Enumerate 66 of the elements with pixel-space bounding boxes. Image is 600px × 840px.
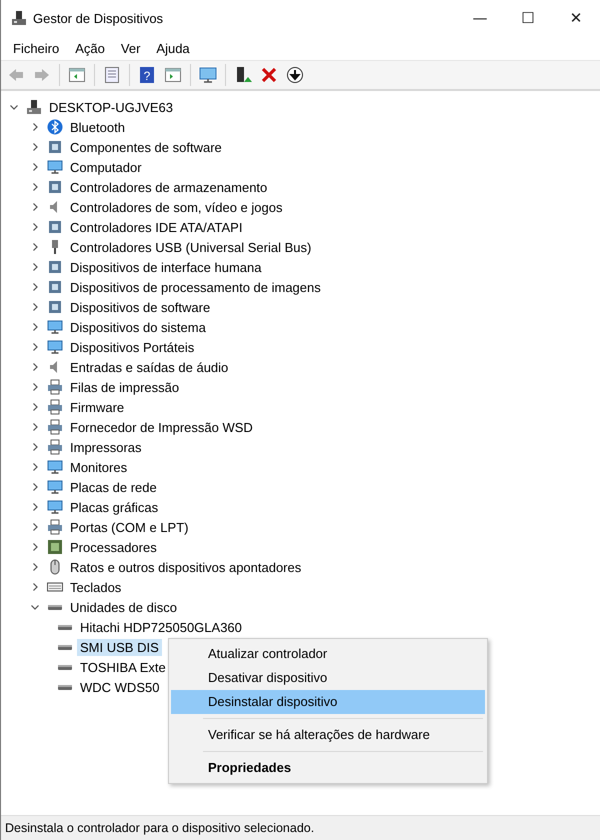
monitor-icon xyxy=(47,319,63,335)
tree-item[interactable]: Firmware xyxy=(67,398,128,416)
tree-item[interactable]: Teclados xyxy=(67,578,124,596)
context-menu-item[interactable]: Desinstalar dispositivo xyxy=(171,690,485,714)
monitor-icon xyxy=(47,339,63,355)
tree-item[interactable]: Dispositivos de software xyxy=(67,298,214,316)
tree-item[interactable]: Placas gráficas xyxy=(67,498,162,516)
context-menu-item[interactable]: Atualizar controlador xyxy=(171,642,485,666)
context-menu-item[interactable]: Propriedades xyxy=(171,756,485,780)
tree-item[interactable]: Filas de impressão xyxy=(67,378,182,396)
tree-item[interactable]: Controladores de som, vídeo e jogos xyxy=(67,198,286,216)
device-icon xyxy=(47,139,63,155)
tree-item[interactable]: Hitachi HDP725050GLA360 xyxy=(77,618,245,636)
tree-item[interactable]: Controladores de armazenamento xyxy=(67,178,270,196)
tree-item[interactable]: Dispositivos do sistema xyxy=(67,318,209,336)
monitor-icon xyxy=(47,479,63,495)
tree-item[interactable]: Componentes de software xyxy=(67,138,225,156)
tree-item[interactable]: Controladores USB (Universal Serial Bus) xyxy=(67,238,314,256)
printer-icon xyxy=(47,399,63,415)
printer-icon xyxy=(47,419,63,435)
menu-item[interactable]: Ficheiro xyxy=(5,38,68,58)
chip-icon xyxy=(47,539,63,555)
tree-item[interactable]: SMI USB DIS xyxy=(77,638,162,656)
window-title: Gestor de Dispositivos xyxy=(33,10,164,26)
printer-icon xyxy=(47,379,63,395)
tree-item[interactable]: Fornecedor de Impressão WSD xyxy=(67,418,256,436)
device-icon xyxy=(47,279,63,295)
tree-item[interactable]: Controladores IDE ATA/ATAPI xyxy=(67,218,246,236)
device-icon xyxy=(47,299,63,315)
monitor-icon xyxy=(47,499,63,515)
tree-item[interactable]: Placas de rede xyxy=(67,478,160,496)
minimize-button[interactable]: — xyxy=(456,0,504,36)
tree-item[interactable]: Dispositivos de processamento de imagens xyxy=(67,278,324,296)
menu-item[interactable]: Ver xyxy=(112,38,148,58)
tree-item[interactable]: DESKTOP-UGJVE63 xyxy=(46,98,176,116)
printer-icon xyxy=(47,519,63,535)
device-icon xyxy=(47,219,63,235)
down-arrow-circle-icon[interactable] xyxy=(284,64,306,86)
monitor-icon xyxy=(47,159,63,175)
printer-icon xyxy=(47,439,63,455)
tree-item[interactable]: Portas (COM e LPT) xyxy=(67,518,192,536)
computer-icon xyxy=(26,99,42,115)
close-button[interactable]: ✕ xyxy=(552,0,600,36)
tree-item[interactable]: Processadores xyxy=(67,538,160,556)
menu-item[interactable]: Ajuda xyxy=(148,38,198,58)
bluetooth-icon xyxy=(47,119,63,135)
tree-item[interactable]: Dispositivos Portáteis xyxy=(67,338,198,356)
tree-item[interactable]: WDC WDS50 xyxy=(77,678,162,696)
status-bar: Desinstala o controlador para o dispositivo selecionado. xyxy=(1,815,600,840)
computer-icon xyxy=(11,10,27,26)
tree-item[interactable]: Unidades de disco xyxy=(67,598,180,616)
tree-item[interactable]: TOSHIBA Exte xyxy=(77,658,169,676)
tree-item[interactable]: Computador xyxy=(67,158,145,176)
tree-item[interactable]: Bluetooth xyxy=(67,118,128,136)
maximize-button[interactable]: ☐ xyxy=(504,0,552,36)
context-menu-item[interactable]: Desativar dispositivo xyxy=(171,666,485,690)
menu-item[interactable]: Ação xyxy=(67,38,113,58)
device-icon xyxy=(47,259,63,275)
tree-item[interactable]: Ratos e outros dispositivos apontadores xyxy=(67,558,304,576)
tree-item[interactable]: Impressoras xyxy=(67,438,145,456)
tree-item[interactable]: Monitores xyxy=(67,458,130,476)
monitor-icon xyxy=(47,459,63,475)
context-menu-item[interactable]: Verificar se há alterações de hardware xyxy=(171,723,485,747)
device-icon xyxy=(47,179,63,195)
tree-item[interactable]: Entradas e saídas de áudio xyxy=(67,358,232,376)
tree-item[interactable]: Dispositivos de interface humana xyxy=(67,258,264,276)
